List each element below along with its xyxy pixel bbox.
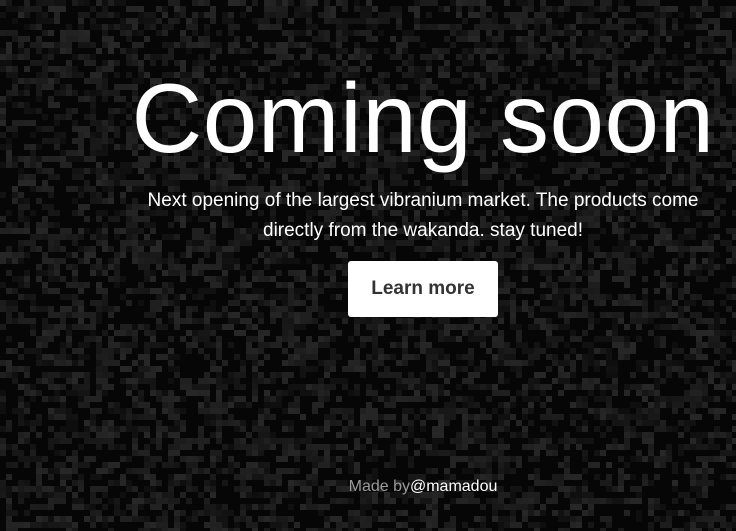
footer-prefix: Made by: [348, 478, 410, 495]
footer-credit: Made by@mamadou: [110, 477, 736, 497]
hero-subtitle: Next opening of the largest vibranium ma…: [147, 190, 699, 241]
learn-more-button[interactable]: Learn more: [348, 261, 498, 317]
page-title: Coming soon: [131, 63, 715, 173]
author-link[interactable]: @mamadou: [410, 478, 497, 495]
page: Coming soon Next opening of the largest …: [0, 0, 736, 531]
